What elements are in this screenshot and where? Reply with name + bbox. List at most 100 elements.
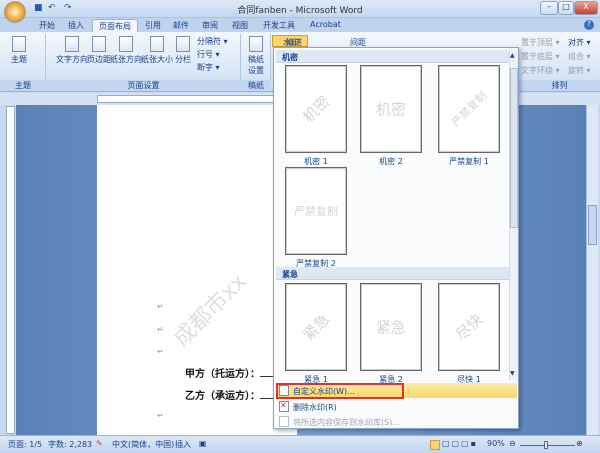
redo-icon[interactable]: ↷	[64, 3, 75, 14]
watermark-option[interactable]: 机密	[360, 65, 422, 153]
maximize-button[interactable]: □	[558, 1, 574, 15]
text-wrap-button[interactable]: 文字环绕 ▾	[521, 65, 560, 76]
proofing-icon[interactable]: ✎	[96, 439, 103, 448]
view-buttons[interactable]: ▢▢▢▪	[442, 439, 478, 448]
watermark-option[interactable]: 尽快	[438, 283, 500, 371]
scroll-up-icon[interactable]: ▲	[510, 52, 515, 59]
draft-icon	[249, 36, 263, 52]
remove-watermark-icon: ✕	[279, 401, 289, 412]
insert-mode[interactable]: 插入	[175, 439, 191, 450]
section-urgent: 紧急	[276, 267, 509, 280]
label: 稿纸 设置	[248, 55, 264, 75]
title-bar: 合同fanben - Microsoft Word	[0, 0, 600, 18]
align-button[interactable]: 对齐 ▾	[568, 37, 591, 48]
help-icon[interactable]: ?	[584, 20, 594, 30]
tab-view[interactable]: 视图	[226, 19, 254, 32]
paragraph-mark: ↵	[157, 411, 164, 420]
label: 文字方向	[56, 55, 88, 64]
watermark-option[interactable]: 紧急	[360, 283, 422, 371]
tab-review[interactable]: 审阅	[196, 19, 224, 32]
watermark-preview-text: 紧急	[375, 318, 407, 337]
hyphenation-button[interactable]: 断字 ▾	[197, 62, 220, 73]
zoom-level[interactable]: 90%	[487, 439, 505, 448]
themes-button[interactable]: 主题	[8, 36, 30, 65]
zoom-in-button[interactable]: ⊕	[576, 439, 583, 448]
office-button[interactable]	[4, 1, 26, 23]
themes-icon	[12, 36, 26, 52]
margins-button[interactable]: 页边距	[87, 36, 111, 65]
gallery-scroll-thumb[interactable]	[510, 68, 518, 228]
zoom-slider-thumb[interactable]	[544, 441, 548, 449]
close-button[interactable]: X	[574, 1, 598, 15]
size-icon	[150, 36, 164, 52]
tab-acrobat[interactable]: Acrobat	[304, 19, 347, 32]
bring-front-button[interactable]: 置于顶层 ▾	[521, 37, 560, 48]
label: 纸张方向	[110, 55, 142, 64]
orientation-button[interactable]: 纸张方向	[110, 36, 142, 65]
callout-box	[276, 383, 404, 399]
orientation-icon	[119, 36, 133, 52]
group-label-page-setup: 页面设置	[46, 80, 241, 91]
save-icon[interactable]: ■	[34, 3, 45, 14]
tab-page-layout[interactable]: 页面布局	[92, 19, 138, 32]
label: 将所选内容保存到水印库(S)...	[293, 418, 400, 427]
language-status[interactable]: 中文(简体，中国)	[112, 439, 174, 450]
label: 分栏	[175, 55, 191, 64]
print-layout-view-button[interactable]	[430, 440, 440, 450]
document-page[interactable]	[97, 105, 297, 435]
paragraph-mark: ↵	[157, 325, 164, 334]
save-to-gallery-item: 将所选内容保存到水印库(S)...	[275, 414, 518, 429]
tab-developer[interactable]: 开发工具	[257, 19, 301, 32]
draft-setup-button[interactable]: 稿纸 设置	[245, 36, 267, 76]
page-count[interactable]: 页面: 1/5	[8, 439, 42, 450]
group-label-draft: 稿纸	[241, 80, 271, 91]
tab-mailings[interactable]: 邮件	[167, 19, 195, 32]
undo-icon[interactable]: ↶	[48, 3, 59, 14]
gallery-scrollbar[interactable]: ▲ ▼	[509, 50, 518, 380]
zoom-out-button[interactable]: ⊖	[509, 439, 516, 448]
label: 页边距	[87, 55, 111, 64]
label: 纸张大小	[141, 55, 173, 64]
watermark-gallery: 机密 ▲ ▼ 机密 机密 1 机密 机密 2 严禁复制 严禁复制 1 严禁复制 严禁复制 2紧…	[273, 47, 519, 429]
scroll-thumb[interactable]	[588, 205, 597, 245]
party-a-label: 甲方（托运方）：	[185, 369, 260, 380]
watermark-option[interactable]: 严禁复制	[285, 167, 347, 255]
watermark-option[interactable]: 紧急	[285, 283, 347, 371]
breaks-button[interactable]: 分隔符 ▾	[197, 36, 228, 47]
watermark-option-label: 机密 2	[379, 157, 403, 166]
vertical-scrollbar[interactable]	[586, 105, 598, 435]
macro-icon[interactable]: ▣	[199, 439, 207, 448]
vertical-ruler[interactable]	[6, 106, 15, 434]
ruler-scale	[97, 95, 277, 103]
columns-button[interactable]: 分栏	[174, 36, 192, 65]
tab-home[interactable]: 开始	[33, 19, 61, 32]
watermark-option-label: 严禁复制 1	[449, 157, 489, 166]
size-button[interactable]: 纸张大小	[141, 36, 173, 65]
paragraph-mark: ↵	[157, 347, 164, 356]
watermark-option[interactable]: 严禁复制	[438, 65, 500, 153]
party-b-label: 乙方（承运方）：	[185, 391, 260, 402]
word-count[interactable]: 字数: 2,283	[48, 439, 92, 450]
group-label-themes: 主题	[0, 80, 46, 91]
paragraph-mark: ↵	[157, 302, 164, 311]
watermark-option[interactable]: 机密	[285, 65, 347, 153]
group-button[interactable]: 组合 ▾	[568, 51, 591, 62]
line-numbers-button[interactable]: 行号 ▾	[197, 49, 220, 60]
minimize-button[interactable]: –	[540, 1, 558, 15]
watermark-preview-text: 紧急	[299, 310, 334, 345]
remove-watermark-item[interactable]: ✕ 删除水印(R)	[275, 399, 518, 414]
watermark-preview-text: 严禁复制	[294, 205, 338, 218]
watermark-preview-text: 尽快	[452, 310, 487, 345]
tab-references[interactable]: 引用	[139, 19, 167, 32]
window-title: 合同fanben - Microsoft Word	[237, 6, 363, 16]
watermark-option-label: 机密 1	[304, 157, 328, 166]
save-gallery-icon	[279, 416, 289, 427]
rotate-button[interactable]: 旋转 ▾	[568, 65, 591, 76]
margins-icon	[92, 36, 106, 52]
send-back-button[interactable]: 置于底层 ▾	[521, 51, 560, 62]
text-direction-button[interactable]: 文字方向	[56, 36, 88, 65]
label: 删除水印(R)	[293, 403, 337, 412]
columns-icon	[176, 36, 190, 52]
scroll-down-icon[interactable]: ▼	[510, 370, 515, 377]
tab-insert[interactable]: 插入	[62, 19, 90, 32]
